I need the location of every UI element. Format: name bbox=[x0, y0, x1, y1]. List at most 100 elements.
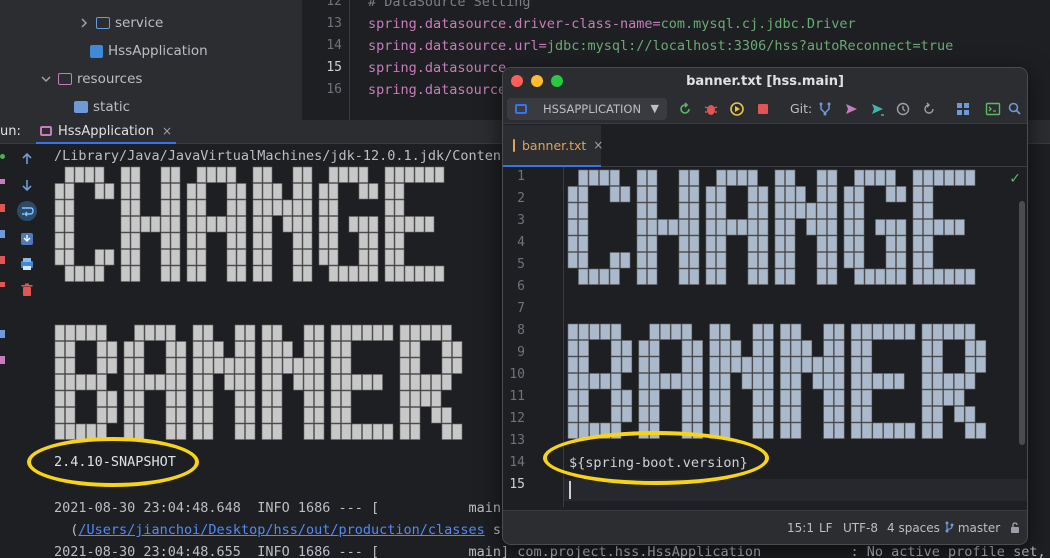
tree-item-hssapplication[interactable]: HssApplication bbox=[90, 37, 208, 65]
ascii-art-block bbox=[282, 357, 293, 374]
inspection-ok-icon[interactable]: ✓ bbox=[1009, 171, 1021, 187]
tab-banner-txt[interactable]: banner.txt × bbox=[503, 125, 603, 167]
ascii-art-block bbox=[170, 249, 181, 266]
log-line: (/Users/jianchoi/Desktop/hss/out/product… bbox=[54, 522, 509, 538]
ascii-art-block bbox=[303, 374, 314, 391]
soft-wrap-icon[interactable] bbox=[16, 200, 38, 222]
maximize-window-button[interactable] bbox=[551, 75, 563, 87]
window-titlebar[interactable]: banner.txt [hss.main] bbox=[503, 68, 1027, 94]
git-update-icon[interactable] bbox=[817, 101, 833, 117]
property-value: jdbc:mysql://localhost:3306/hss?autoReco… bbox=[546, 38, 954, 54]
ascii-art-block bbox=[424, 166, 435, 183]
lock-icon[interactable] bbox=[1009, 522, 1021, 534]
text-file-icon bbox=[513, 138, 515, 152]
terminal-icon[interactable] bbox=[985, 101, 1001, 117]
tree-item-static[interactable]: static bbox=[74, 93, 130, 121]
ascii-art-block bbox=[843, 235, 854, 252]
debug-icon[interactable] bbox=[703, 101, 719, 117]
ascii-art-block bbox=[358, 232, 369, 249]
ascii-art-block bbox=[964, 323, 976, 340]
run-configuration-dropdown[interactable]: HSSAPPLICATION ▼ bbox=[507, 98, 667, 120]
ascii-art-block bbox=[567, 422, 579, 439]
tab-hssapplication[interactable]: HssApplication × bbox=[36, 120, 177, 144]
ascii-art-block bbox=[86, 324, 97, 341]
close-window-button[interactable] bbox=[511, 75, 523, 87]
stop-icon[interactable] bbox=[755, 101, 771, 117]
vertical-scrollbar[interactable] bbox=[1019, 201, 1025, 445]
history-icon[interactable] bbox=[895, 101, 911, 117]
ascii-art-block bbox=[861, 323, 873, 340]
line-number: 10 bbox=[509, 367, 525, 382]
tree-item-service[interactable]: service bbox=[78, 9, 163, 37]
ascii-art-block bbox=[790, 373, 802, 390]
ascii-art-block bbox=[192, 324, 203, 341]
ascii-art-block bbox=[176, 423, 187, 440]
git-commit-icon[interactable] bbox=[843, 101, 859, 117]
ascii-art-block bbox=[720, 406, 731, 423]
ascii-art-block bbox=[84, 265, 95, 282]
ascii-art-block bbox=[896, 235, 907, 252]
project-structure-icon[interactable] bbox=[955, 101, 971, 117]
ascii-art-block bbox=[303, 407, 314, 424]
ascii-art-block bbox=[896, 186, 907, 203]
left-edge-icons bbox=[0, 152, 6, 364]
ascii-art-block bbox=[394, 216, 405, 233]
line-number: 3 bbox=[517, 213, 525, 228]
project-tree: service HssApplication resources static bbox=[0, 0, 302, 120]
ascii-art-block bbox=[670, 373, 682, 390]
classpath-link[interactable]: /Users/jianchoi/Desktop/hss/out/producti… bbox=[78, 522, 484, 538]
tree-item-resources[interactable]: resources bbox=[40, 65, 142, 93]
line-separator[interactable]: LF bbox=[819, 521, 833, 535]
ascii-art-block bbox=[328, 199, 339, 216]
ascii-art-block bbox=[567, 406, 579, 423]
rerun-icon[interactable] bbox=[677, 101, 693, 117]
ascii-art-block bbox=[54, 183, 65, 200]
git-branch[interactable]: master bbox=[944, 521, 1000, 535]
ascii-art-block bbox=[668, 219, 679, 236]
ascii-art-block bbox=[885, 186, 896, 203]
ascii-art-block bbox=[196, 166, 207, 183]
search-icon[interactable] bbox=[1007, 101, 1023, 117]
ascii-art-block bbox=[338, 166, 349, 183]
ascii-art-block bbox=[96, 407, 107, 424]
ascii-art-block bbox=[600, 323, 611, 340]
arrow-down-icon[interactable] bbox=[20, 178, 34, 192]
ascii-art-block bbox=[716, 202, 727, 219]
file-encoding[interactable]: UTF-8 bbox=[843, 521, 878, 535]
arrow-up-icon[interactable] bbox=[20, 152, 34, 166]
trash-icon[interactable] bbox=[20, 283, 34, 297]
rollback-icon[interactable] bbox=[921, 101, 937, 117]
ascii-art-block bbox=[567, 356, 579, 373]
print-icon[interactable] bbox=[20, 257, 34, 271]
run-label: un: bbox=[0, 124, 21, 139]
ascii-art-block bbox=[647, 235, 658, 252]
coverage-icon[interactable] bbox=[729, 101, 745, 117]
ascii-art-block bbox=[303, 357, 314, 374]
ascii-art-block bbox=[954, 389, 965, 406]
git-push-icon[interactable] bbox=[869, 101, 885, 117]
minimize-window-button[interactable] bbox=[531, 75, 543, 87]
ascii-art-block bbox=[932, 389, 943, 406]
download-icon[interactable] bbox=[20, 232, 34, 246]
ascii-art-block bbox=[816, 252, 827, 269]
ascii-art-block bbox=[921, 340, 933, 357]
ascii-art-block bbox=[705, 186, 716, 203]
ascii-art-block bbox=[827, 186, 838, 203]
package-icon bbox=[96, 17, 110, 29]
ascii-art-block bbox=[261, 390, 272, 407]
ascii-art-block bbox=[912, 235, 923, 252]
close-tab-icon[interactable]: × bbox=[162, 124, 172, 138]
ascii-art-block bbox=[578, 356, 589, 373]
ascii-art-block bbox=[165, 324, 176, 341]
close-tab-icon[interactable]: × bbox=[593, 138, 603, 152]
ascii-art-block bbox=[245, 324, 256, 341]
ascii-art-block bbox=[262, 183, 273, 200]
cursor-position[interactable]: 15:1 bbox=[787, 521, 814, 535]
ascii-art-block bbox=[923, 252, 934, 269]
ascii-art-block bbox=[620, 186, 631, 203]
indent-setting[interactable]: 4 spaces bbox=[887, 521, 940, 535]
ascii-art-block bbox=[144, 324, 155, 341]
ascii-art-block bbox=[64, 232, 75, 249]
ascii-art-block bbox=[816, 219, 827, 236]
ascii-art-block bbox=[368, 249, 379, 266]
